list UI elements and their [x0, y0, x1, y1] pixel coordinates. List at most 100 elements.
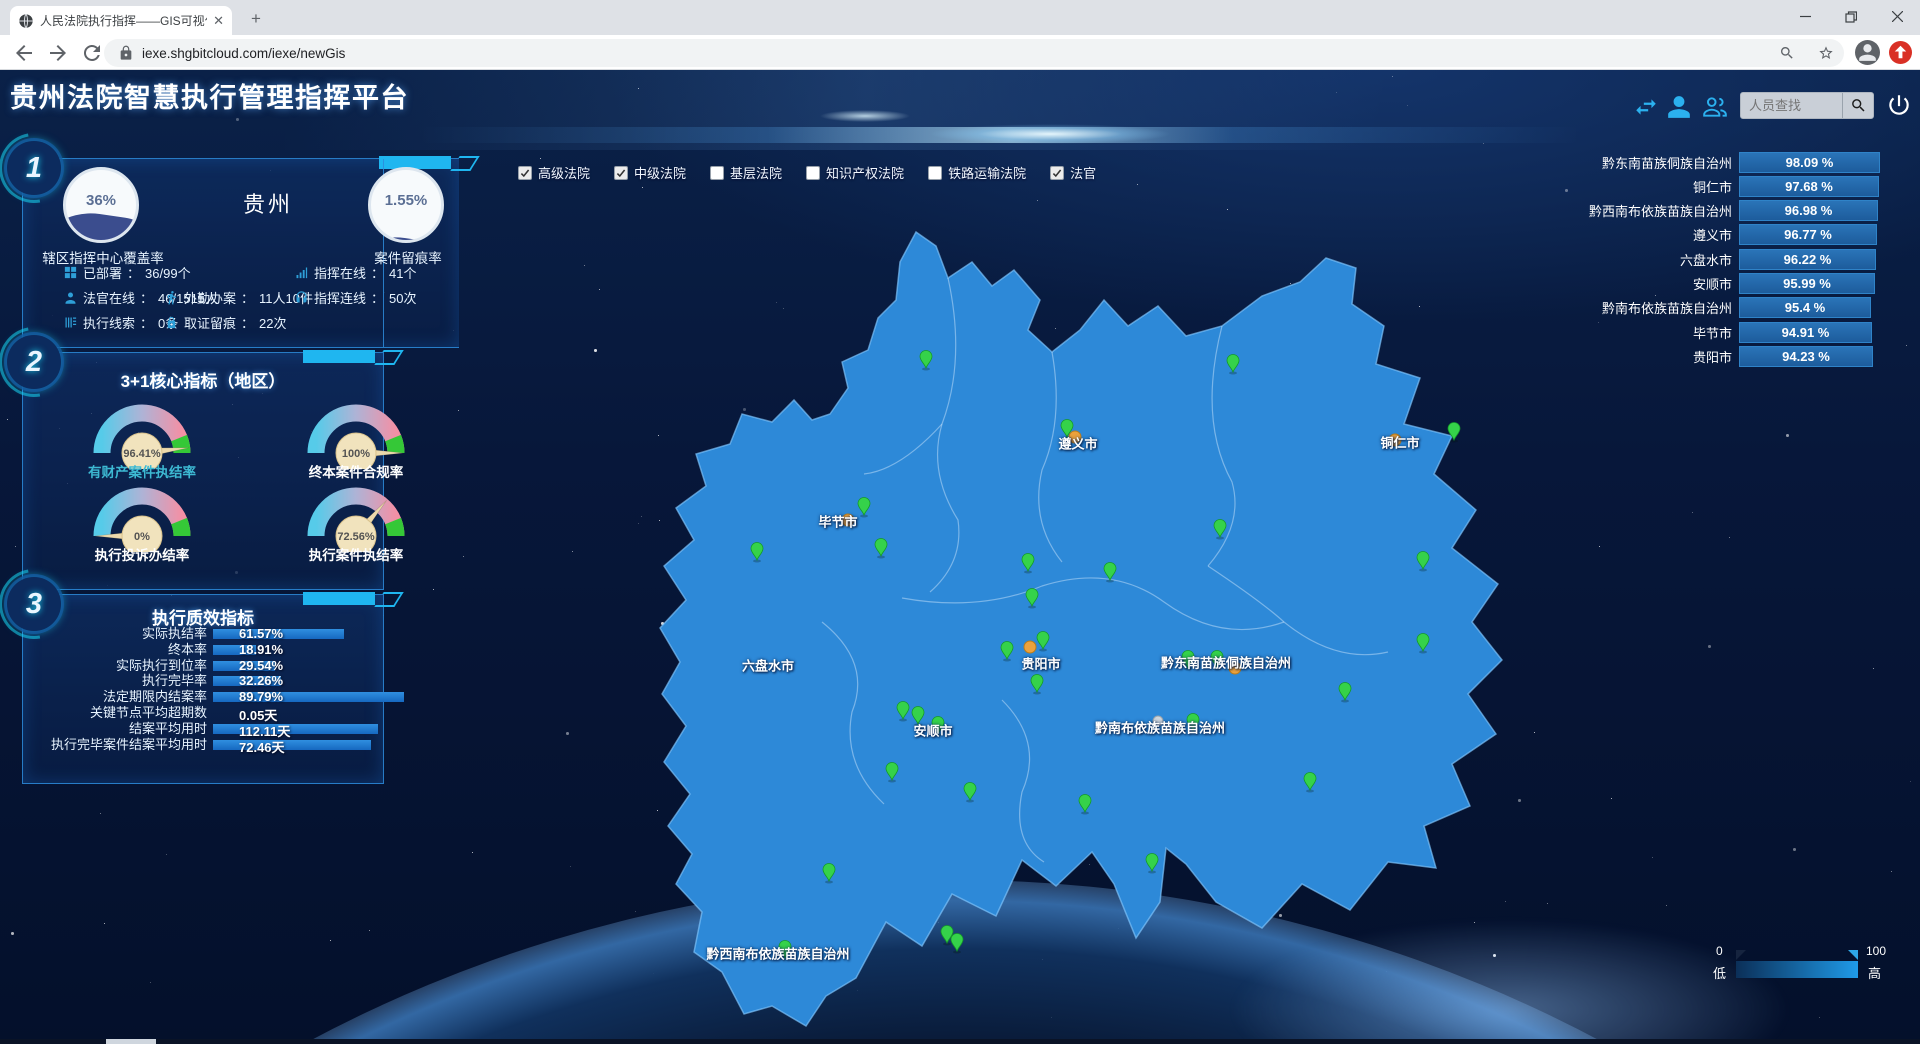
- gauge-label: 执行案件执结率: [271, 544, 441, 564]
- stat-value: 41个: [389, 263, 416, 282]
- filter-item-高级法院[interactable]: 高级法院: [518, 163, 590, 182]
- taskbar-sliver: [0, 1039, 1920, 1044]
- checkbox-icon[interactable]: [1050, 166, 1064, 180]
- quality-value: 72.46天: [239, 737, 285, 756]
- rank-value: 96.22 %: [1784, 252, 1832, 267]
- rank-label: 毕节市: [1588, 323, 1739, 342]
- quality-row-终本率: 终本率 18.91%: [23, 643, 383, 659]
- liquid-wave: [63, 205, 139, 243]
- stat-label: 已部署: [83, 263, 122, 282]
- stat-label: 执行线索: [83, 313, 135, 332]
- quality-label: 实际执行到位率: [23, 659, 207, 673]
- rank-label: 遵义市: [1588, 225, 1739, 244]
- rank-row-毕节市[interactable]: 毕节市 94.91 %: [1588, 321, 1888, 343]
- quality-value: 18.91%: [239, 642, 283, 657]
- quality-row-实际执结率: 实际执结率61.57%: [23, 627, 383, 643]
- rank-row-黔南布依族苗族自治州[interactable]: 黔南布依族苗族自治州 95.4 %: [1588, 297, 1888, 319]
- checkbox-icon[interactable]: [518, 166, 532, 180]
- quality-label: 终本率: [23, 643, 207, 657]
- liquid-wave: [368, 229, 444, 243]
- legend-gradient-bar: [1736, 961, 1858, 978]
- taskbar-chip: [106, 1039, 156, 1044]
- quality-bar: [213, 724, 378, 734]
- coverage-liquid-gauge: 36%: [63, 167, 139, 243]
- filter-item-铁路运输法院[interactable]: 铁路运输法院: [928, 163, 1026, 182]
- rank-value: 95.4 %: [1785, 300, 1825, 315]
- green-map-pin[interactable]: [941, 926, 953, 946]
- rank-row-六盘水市[interactable]: 六盘水市96.22 %: [1588, 248, 1888, 270]
- rank-row-安顺市[interactable]: 安顺市95.99 %: [1588, 273, 1888, 295]
- quality-label: 法定期限内结案率: [23, 690, 207, 704]
- trace-value: 1.55%: [371, 192, 441, 209]
- quality-value: 89.79%: [239, 689, 283, 704]
- quality-value: 29.54%: [239, 658, 283, 673]
- semicircle-gauge: 72.56%: [271, 456, 441, 552]
- rank-value: 98.09 %: [1786, 155, 1834, 170]
- stat-执行线索: 执行线索 ： 0条: [63, 313, 178, 332]
- rank-value: 97.68 %: [1785, 179, 1833, 194]
- orange-city-dot[interactable]: [1024, 641, 1036, 653]
- map-label-贵阳市: 贵阳市: [1021, 654, 1060, 673]
- checkbox-icon[interactable]: [928, 166, 942, 180]
- rank-row-黔东南苗族侗族自治州[interactable]: 黔东南苗族侗族自治州98.09 %: [1588, 151, 1888, 173]
- rank-value: 94.91 %: [1782, 325, 1830, 340]
- rank-label: 黔南布依族苗族自治州: [1588, 298, 1739, 317]
- rank-row-黔西南布依族苗族自治州[interactable]: 黔西南布依族苗族自治州96.98 %: [1588, 200, 1888, 222]
- quality-value: 32.26%: [239, 673, 283, 688]
- map-label-安顺市: 安顺市: [913, 721, 952, 740]
- trace-liquid-gauge: 1.55%: [368, 167, 444, 243]
- screen: 人民法院执行指挥——GIS可视化 ✕ + iexe.shgbitcloud.co…: [0, 0, 1920, 1044]
- rank-value: 94.23 %: [1782, 349, 1830, 364]
- evidence-icon: [164, 315, 179, 330]
- checkbox-icon[interactable]: [806, 166, 820, 180]
- rank-bar: 95.4 %: [1739, 297, 1871, 318]
- semicircle-gauge: 96.41%: [57, 373, 227, 469]
- quality-row-实际执行到位率: 实际执行到位率 29.54%: [23, 659, 383, 675]
- lens-flare-core: [930, 124, 1170, 144]
- rank-row-遵义市[interactable]: 遵义市96.77 %: [1588, 224, 1888, 246]
- rank-bar: 96.77 %: [1739, 224, 1877, 245]
- filter-item-中级法院[interactable]: 中级法院: [614, 163, 686, 182]
- person-search-button[interactable]: [1842, 93, 1873, 118]
- rank-bar: 95.99 %: [1739, 273, 1875, 294]
- rank-label: 贵阳市: [1588, 347, 1739, 366]
- checkbox-icon[interactable]: [614, 166, 628, 180]
- stat-value: 22次: [259, 313, 286, 332]
- stat-separator: ：: [241, 288, 254, 307]
- map-label-黔南布依族苗族自治州: 黔南布依族苗族自治州: [1095, 718, 1225, 737]
- stat-separator: ：: [127, 263, 140, 282]
- stat-value: 36/99个: [145, 263, 191, 282]
- stat-separator: ：: [241, 313, 254, 332]
- stat-指挥在线: 指挥在线 ： 41个: [294, 263, 417, 282]
- quality-label: 执行完毕率: [23, 674, 207, 688]
- rank-bar: 98.09 %: [1739, 152, 1880, 173]
- people-icon[interactable]: [1702, 94, 1728, 120]
- map-label-铜仁市: 铜仁市: [1380, 433, 1419, 452]
- filter-item-法官[interactable]: 法官: [1050, 163, 1096, 182]
- swap-arrows-icon[interactable]: [1633, 94, 1659, 120]
- page-title: 贵州法院智慧执行管理指挥平台: [10, 76, 409, 115]
- guizhou-province-shape[interactable]: [660, 232, 1502, 1026]
- map-label-毕节市: 毕节市: [818, 512, 857, 531]
- filter-item-知识产权法院[interactable]: 知识产权法院: [806, 163, 904, 182]
- filter-label: 知识产权法院: [826, 163, 904, 182]
- legend-max-label: 高: [1868, 963, 1881, 982]
- rank-bar: 94.23 %: [1739, 346, 1873, 367]
- checkbox-icon[interactable]: [710, 166, 724, 180]
- power-icon[interactable]: [1886, 92, 1912, 118]
- person-search-input[interactable]: [1741, 98, 1842, 113]
- rank-row-贵阳市[interactable]: 贵阳市 94.23 %: [1588, 345, 1888, 367]
- filter-label: 法官: [1070, 163, 1096, 182]
- green-map-pin[interactable]: [951, 934, 963, 954]
- semicircle-gauge: 0%: [57, 456, 227, 552]
- map-label-六盘水市: 六盘水市: [742, 656, 794, 675]
- person-icon[interactable]: [1666, 94, 1692, 120]
- stat-取证留痕: 取证留痕 ： 22次: [164, 313, 287, 332]
- panel-overview: 1 36% 辖区指挥中心覆盖率 贵州 1.55% 案件留痕率 已部署 ： 36/…: [22, 158, 459, 348]
- quality-row-执行完毕案件结案平均用时: 执行完毕案件结案平均用时72.46天: [23, 738, 383, 754]
- rank-row-铜仁市[interactable]: 铜仁市97.68 %: [1588, 175, 1888, 197]
- rank-bar: 96.22 %: [1739, 249, 1876, 270]
- lens-flare-small: [820, 110, 910, 122]
- panel-quality-metrics: 3 执行质效指标 实际执结率61.57%终本率18.91%实际执行到位率29.5…: [22, 594, 384, 784]
- filter-item-基层法院[interactable]: 基层法院: [710, 163, 782, 182]
